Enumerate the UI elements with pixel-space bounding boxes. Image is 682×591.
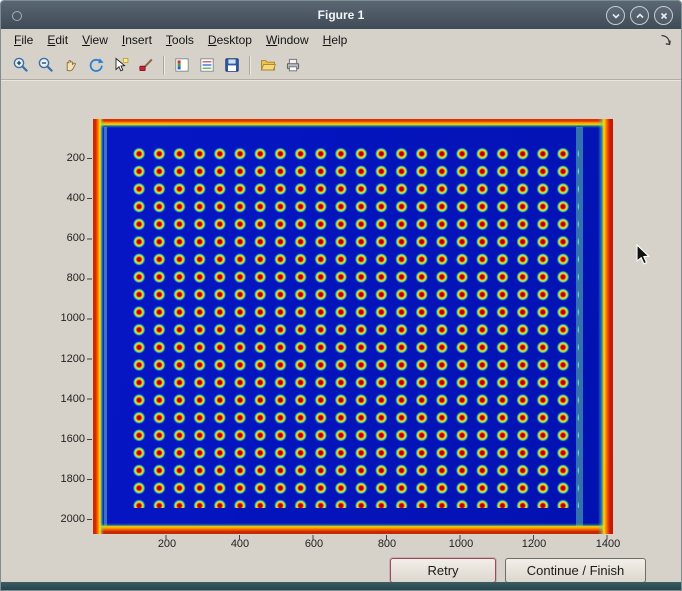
plot-image[interactable] (93, 119, 613, 534)
toolbar (1, 51, 681, 80)
y-tick-label: 1400 (39, 393, 85, 405)
y-tick-label: 2000 (39, 513, 85, 525)
figure-canvas: 200 400 600 800 1000 1200 1400 1600 1800… (1, 81, 681, 582)
menu-item-window[interactable]: Window (259, 29, 316, 51)
open-button[interactable] (255, 53, 280, 78)
close-icon (659, 11, 669, 21)
menu-item-help[interactable]: Help (316, 29, 355, 51)
rotate-3d-button[interactable] (83, 53, 108, 78)
chevron-down-icon (611, 11, 621, 21)
y-tick-label: 800 (39, 272, 85, 284)
menu-item-desktop[interactable]: Desktop (201, 29, 259, 51)
continue-finish-button[interactable]: Continue / Finish (505, 558, 646, 583)
x-tick-label: 800 (367, 538, 407, 550)
dot-grid (129, 145, 579, 508)
open-folder-icon (259, 56, 277, 74)
figure-window: Figure 1 File Edit View Insert Tools Des… (0, 0, 682, 591)
dock-arrow-icon[interactable] (659, 33, 673, 47)
maximize-button[interactable] (630, 6, 649, 25)
x-tick-label: 1000 (441, 538, 481, 550)
window-title: Figure 1 (1, 1, 681, 29)
y-tick-label: 600 (39, 232, 85, 244)
rotate-3d-icon (87, 56, 105, 74)
zoom-in-button[interactable] (8, 53, 33, 78)
zoom-out-button[interactable] (33, 53, 58, 78)
x-tick-label: 200 (147, 538, 187, 550)
legend-icon (198, 56, 216, 74)
colorbar-button[interactable] (169, 53, 194, 78)
retry-button[interactable]: Retry (390, 558, 496, 583)
y-tick-label: 400 (39, 192, 85, 204)
y-tick-label: 1800 (39, 473, 85, 485)
x-tick-label: 1400 (588, 538, 628, 550)
save-icon (223, 56, 241, 74)
zoom-in-icon (12, 56, 30, 74)
plot-left-green-streak (104, 127, 107, 526)
colorbar-icon (173, 56, 191, 74)
y-tick-label: 1200 (39, 353, 85, 365)
toolbar-separator (249, 56, 250, 75)
shade-button[interactable] (606, 6, 625, 25)
menu-item-insert[interactable]: Insert (115, 29, 159, 51)
y-tick-label: 200 (39, 152, 85, 164)
data-cursor-button[interactable] (108, 53, 133, 78)
menu-item-edit[interactable]: Edit (40, 29, 75, 51)
print-icon (284, 56, 302, 74)
menu-item-view[interactable]: View (75, 29, 115, 51)
pan-button[interactable] (58, 53, 83, 78)
print-button[interactable] (280, 53, 305, 78)
chevron-up-icon (635, 11, 645, 21)
menu-bar: File Edit View Insert Tools Desktop Wind… (1, 29, 681, 51)
menu-item-tools[interactable]: Tools (159, 29, 201, 51)
y-axis-tickmarks (87, 119, 92, 534)
toolbar-separator (163, 56, 164, 75)
plot-edge-right (598, 119, 613, 534)
save-button[interactable] (219, 53, 244, 78)
window-bottom-border (1, 582, 681, 591)
x-tick-label: 400 (220, 538, 260, 550)
x-tick-label: 1200 (514, 538, 554, 550)
data-cursor-icon (112, 56, 130, 74)
titlebar[interactable]: Figure 1 (1, 1, 681, 29)
menu-item-file[interactable]: File (7, 29, 40, 51)
plot-edge-left (93, 119, 104, 534)
plot-edge-bottom (93, 523, 613, 534)
y-tick-label: 1600 (39, 433, 85, 445)
x-tick-label: 600 (294, 538, 334, 550)
plot-edge-top (93, 119, 613, 128)
brush-button[interactable] (133, 53, 158, 78)
hand-icon (62, 56, 80, 74)
brush-icon (137, 56, 155, 74)
y-tick-label: 1000 (39, 312, 85, 324)
zoom-out-icon (37, 56, 55, 74)
close-button[interactable] (654, 6, 673, 25)
legend-button[interactable] (194, 53, 219, 78)
plot-right-green-streak (576, 127, 583, 526)
